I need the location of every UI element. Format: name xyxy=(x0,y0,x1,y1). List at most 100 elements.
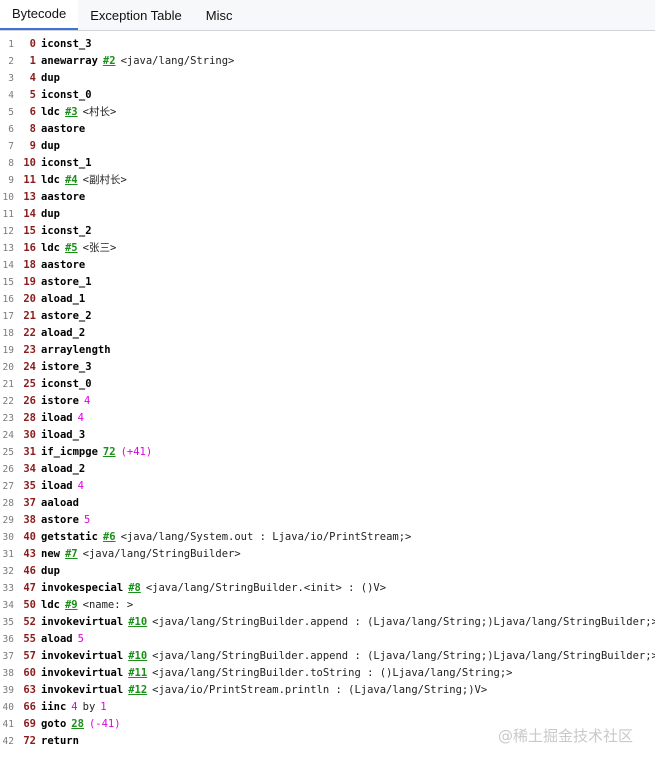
line-number: 21 xyxy=(2,379,14,390)
opcode: astore xyxy=(41,514,79,526)
instruction-offset: 18 xyxy=(23,259,36,271)
constant-pool-ref-link[interactable]: 28 xyxy=(71,718,84,730)
code-line: 11 14 dup xyxy=(0,206,655,223)
constant-pool-ref-link[interactable]: #5 xyxy=(65,242,78,254)
instruction: 4 dup xyxy=(22,70,60,87)
code-line: 29 38 astore 5 xyxy=(0,512,655,529)
constant-pool-ref-link[interactable]: #7 xyxy=(65,548,78,560)
constant-pool-ref-link[interactable]: #12 xyxy=(128,684,147,696)
opcode: aastore xyxy=(41,259,86,271)
code-line: 40 66 iinc 4 by 1 xyxy=(0,699,655,716)
ref-comment: <村长> xyxy=(82,106,117,118)
constant-pool-ref-link[interactable]: #2 xyxy=(103,55,116,67)
line-number: 39 xyxy=(2,685,14,696)
constant-pool-ref-link[interactable]: #10 xyxy=(128,616,147,628)
line-number: 24 xyxy=(2,430,14,441)
instruction-offset: 15 xyxy=(23,225,36,237)
constant-pool-ref-link[interactable]: #9 xyxy=(65,599,78,611)
code-line: 23 28 iload 4 xyxy=(0,410,655,427)
instruction-offset: 38 xyxy=(23,514,36,526)
opcode: istore xyxy=(41,395,79,407)
bytecode-listing: 1 0 iconst_3 2 1 anewarray #2 <java/lang/String… xyxy=(0,36,655,750)
instruction: 0 iconst_3 xyxy=(22,36,92,53)
instruction-offset: 30 xyxy=(23,429,36,441)
ref-comment: <java/lang/StringBuilder.toString : ()Lj… xyxy=(152,667,513,679)
code-line: 38 60 invokevirtual #11 <java/lang/StringBui… xyxy=(0,665,655,682)
line-number: 22 xyxy=(2,396,14,407)
line-number: 13 xyxy=(2,243,14,254)
instruction: 6 ldc #3 <村长> xyxy=(22,104,117,121)
instruction: 43 new #7 <java/lang/StringBuilder> xyxy=(22,546,240,563)
code-line: 12 15 iconst_2 xyxy=(0,223,655,240)
line-number: 15 xyxy=(2,277,14,288)
code-line: 17 21 astore_2 xyxy=(0,308,655,325)
instruction-offset: 47 xyxy=(23,582,36,594)
line-number: 11 xyxy=(2,209,14,220)
code-line: 25 31 if_icmpge 72 (+41) xyxy=(0,444,655,461)
instruction-offset: 14 xyxy=(23,208,36,220)
instruction: 10 iconst_1 xyxy=(22,155,91,172)
instruction-offset: 57 xyxy=(23,650,36,662)
instruction-offset: 19 xyxy=(23,276,36,288)
operand-number: 4 xyxy=(71,701,78,713)
opcode: ldc xyxy=(41,174,60,186)
opcode: getstatic xyxy=(41,531,98,543)
constant-pool-ref-link[interactable]: #6 xyxy=(103,531,116,543)
constant-pool-ref-link[interactable]: #8 xyxy=(128,582,141,594)
instruction: 18 aastore xyxy=(22,257,85,274)
instruction: 13 aastore xyxy=(22,189,85,206)
line-number: 18 xyxy=(2,328,14,339)
line-number: 40 xyxy=(2,702,14,713)
instruction: 22 aload_2 xyxy=(22,325,85,342)
instruction-offset: 21 xyxy=(23,310,36,322)
code-line: 14 18 aastore xyxy=(0,257,655,274)
instruction: 55 aload 5 xyxy=(22,631,84,648)
line-number: 37 xyxy=(2,651,14,662)
opcode: anewarray xyxy=(41,55,98,67)
instruction-offset: 13 xyxy=(23,191,36,203)
opcode: aaload xyxy=(41,497,79,509)
instruction-offset: 60 xyxy=(23,667,36,679)
line-number: 12 xyxy=(2,226,14,237)
operand-number: 4 xyxy=(83,395,91,407)
code-line: 21 25 iconst_0 xyxy=(0,376,655,393)
instruction: 57 invokevirtual #10 <java/lang/StringBuild… xyxy=(22,648,655,665)
constant-pool-ref-link[interactable]: #10 xyxy=(128,650,147,662)
instruction: 11 ldc #4 <副村长> xyxy=(22,172,126,189)
opcode: iconst_0 xyxy=(41,378,92,390)
instruction: 60 invokevirtual #11 <java/lang/StringBuild… xyxy=(22,665,512,682)
code-line: 34 50 ldc #9 <name: > xyxy=(0,597,655,614)
line-number: 2 xyxy=(8,56,14,67)
instruction-offset: 1 xyxy=(29,55,36,67)
instruction-offset: 5 xyxy=(29,89,36,101)
constant-pool-ref-link[interactable]: #11 xyxy=(128,667,147,679)
instruction: 20 aload_1 xyxy=(22,291,85,308)
instruction: 50 ldc #9 <name: > xyxy=(22,597,133,614)
line-number: 31 xyxy=(2,549,14,560)
code-line: 30 40 getstatic #6 <java/lang/System.out : L… xyxy=(0,529,655,546)
tab-bytecode[interactable]: Bytecode xyxy=(0,0,79,30)
instruction: 16 ldc #5 <张三> xyxy=(22,240,116,257)
line-number: 16 xyxy=(2,294,14,305)
line-number: 1 xyxy=(8,39,14,50)
code-line: 1 0 iconst_3 xyxy=(0,36,655,53)
opcode: dup xyxy=(41,208,60,220)
code-line: 39 63 invokevirtual #12 <java/io/PrintStream… xyxy=(0,682,655,699)
instruction: 47 invokespecial #8 <java/lang/StringBuilde… xyxy=(22,580,386,597)
constant-pool-ref-link[interactable]: #3 xyxy=(65,106,78,118)
code-line: 18 22 aload_2 xyxy=(0,325,655,342)
instruction-offset: 28 xyxy=(23,412,36,424)
opcode: aload xyxy=(41,633,73,645)
tab-exception-table[interactable]: Exception Table xyxy=(78,2,194,30)
instruction-offset: 20 xyxy=(23,293,36,305)
constant-pool-ref-link[interactable]: 72 xyxy=(103,446,116,458)
instruction-offset: 25 xyxy=(23,378,36,390)
instruction-offset: 4 xyxy=(29,72,36,84)
instruction-offset: 23 xyxy=(23,344,36,356)
constant-pool-ref-link[interactable]: #4 xyxy=(65,174,78,186)
code-line: 15 19 astore_1 xyxy=(0,274,655,291)
instruction-offset: 55 xyxy=(23,633,36,645)
code-line: 2 1 anewarray #2 <java/lang/String> xyxy=(0,53,655,70)
tab-misc[interactable]: Misc xyxy=(194,2,245,30)
instruction: 63 invokevirtual #12 <java/io/PrintStream.p… xyxy=(22,682,487,699)
